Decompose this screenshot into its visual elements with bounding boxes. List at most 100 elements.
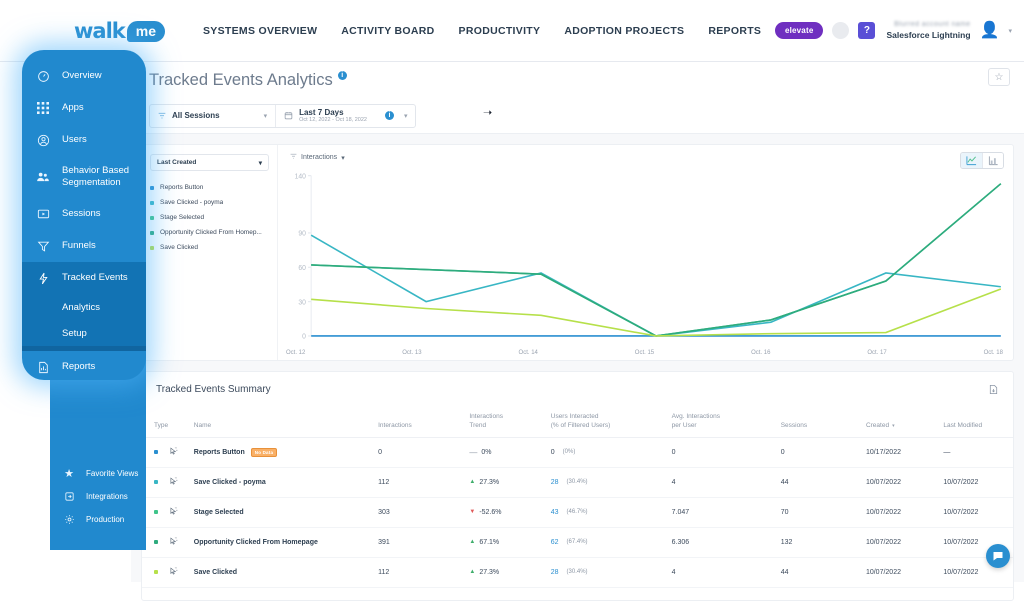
sidebar-label-behavior-based-segmentation: Behavior Based Segmentation bbox=[62, 165, 146, 189]
notifications-icon[interactable] bbox=[832, 22, 849, 39]
legend-sort-dropdown[interactable]: Last Created ▾ bbox=[150, 154, 269, 171]
export-icon[interactable] bbox=[988, 384, 999, 398]
gauge-icon bbox=[34, 67, 52, 85]
event-name: Opportunity Clicked From Homepage bbox=[194, 539, 318, 546]
legend-item[interactable]: Opportunity Clicked From Homep... bbox=[150, 225, 269, 240]
nav-productivity[interactable]: PRODUCTIVITY bbox=[459, 25, 541, 37]
legend-color-swatch bbox=[150, 186, 154, 190]
date-range-dropdown[interactable]: Last 7 Days Oct 12, 2022 - Oct 18, 2022 … bbox=[275, 105, 415, 127]
chat-support-button[interactable] bbox=[986, 544, 1010, 568]
table-body: Reports ButtonNo Data0—0%0(0%)0010/17/20… bbox=[142, 437, 1013, 587]
cell-name[interactable]: Save Clicked - poyma bbox=[194, 467, 378, 497]
sidebar-navigation: Overview Apps Users Behavior Based Segme… bbox=[22, 50, 146, 380]
sidebar-subitem-analytics[interactable]: Analytics bbox=[22, 294, 146, 320]
col-last-modified[interactable]: Last Modified bbox=[943, 408, 1013, 437]
sidebar-item-behavior-based-segmentation[interactable]: Behavior Based Segmentation bbox=[22, 156, 146, 198]
sidebar-subitem-setup[interactable]: Setup bbox=[22, 320, 146, 346]
cell-type bbox=[142, 527, 194, 557]
logo-walk-text: walk bbox=[74, 19, 125, 43]
nav-activity-board[interactable]: ACTIVITY BOARD bbox=[341, 25, 434, 37]
chevron-down-icon[interactable]: ▾ bbox=[1008, 27, 1012, 35]
grid-icon bbox=[34, 99, 52, 117]
cell-created: 10/07/2022 bbox=[866, 497, 943, 527]
users-count[interactable]: 0 bbox=[551, 449, 555, 456]
table-row[interactable]: Reports ButtonNo Data0—0%0(0%)0010/17/20… bbox=[142, 437, 1013, 467]
col-avg-interactions-per-user[interactable]: Avg. Interactionsper User bbox=[672, 408, 781, 437]
favorite-star-button[interactable]: ☆ bbox=[988, 68, 1010, 86]
col-users-interacted[interactable]: Users Interacted(% of Filtered Users) bbox=[551, 408, 672, 437]
cell-created: 10/17/2022 bbox=[866, 437, 943, 467]
click-event-icon bbox=[169, 567, 178, 578]
col-name[interactable]: Name bbox=[194, 408, 378, 437]
walkme-logo[interactable]: walk me bbox=[74, 19, 165, 43]
table-row[interactable]: Save Clicked - poyma112▲27.3%28(30.4%)44… bbox=[142, 467, 1013, 497]
help-icon[interactable]: ? bbox=[858, 22, 875, 39]
cell-created: 10/07/2022 bbox=[866, 527, 943, 557]
legend-item[interactable]: Save Clicked bbox=[150, 240, 269, 255]
chart-series-line bbox=[311, 184, 1001, 336]
col-created[interactable]: Created▾ bbox=[866, 408, 943, 437]
col-interactions[interactable]: Interactions bbox=[378, 408, 469, 437]
col-type[interactable]: Type bbox=[142, 408, 194, 437]
account-org-name: Blurred account name bbox=[886, 21, 970, 30]
sidebar-item-sessions[interactable]: Sessions bbox=[22, 198, 146, 230]
sidebar-item-favorite-views[interactable]: ★ Favorite Views bbox=[50, 462, 146, 485]
sidebar-item-integrations[interactable]: Integrations bbox=[50, 485, 146, 508]
users-percent: (0%) bbox=[563, 449, 576, 455]
sidebar-item-production[interactable]: Production bbox=[50, 508, 146, 531]
legend-item[interactable]: Stage Selected bbox=[150, 210, 269, 225]
cell-sessions: 70 bbox=[781, 497, 866, 527]
sidebar-item-tracked-events[interactable]: Tracked Events bbox=[22, 262, 146, 294]
date-range-value: Oct 12, 2022 - Oct 18, 2022 bbox=[299, 117, 367, 123]
sidebar-item-overview[interactable]: Overview bbox=[22, 60, 146, 92]
info-icon[interactable]: i bbox=[338, 71, 347, 80]
chart-svg-wrapper: 0306090140 Oct. 12Oct. 13Oct. 14Oct. 15O… bbox=[284, 169, 1005, 356]
cell-name[interactable]: Save Clicked bbox=[194, 557, 378, 587]
date-info-icon[interactable]: i bbox=[385, 111, 394, 120]
trend-value: 67.1% bbox=[479, 539, 499, 546]
nav-adoption-projects[interactable]: ADOPTION PROJECTS bbox=[564, 25, 684, 37]
sidebar-item-apps[interactable]: Apps bbox=[22, 92, 146, 124]
table-row[interactable]: Save Clicked112▲27.3%28(30.4%)44410/07/2… bbox=[142, 557, 1013, 587]
table-row[interactable]: Opportunity Clicked From Homepage391▲67.… bbox=[142, 527, 1013, 557]
chart-type-toggle bbox=[960, 152, 1004, 169]
line-chart-icon[interactable] bbox=[961, 153, 982, 168]
y-axis-tick-label: 0 bbox=[302, 334, 306, 341]
legend-item[interactable]: Save Clicked - poyma bbox=[150, 195, 269, 210]
chart-legend-panel: Last Created ▾ Reports ButtonSave Clicke… bbox=[142, 145, 278, 360]
cell-name[interactable]: Stage Selected bbox=[194, 497, 378, 527]
cell-name[interactable]: Opportunity Clicked From Homepage bbox=[194, 527, 378, 557]
users-count[interactable]: 28 bbox=[551, 479, 559, 486]
elevate-badge[interactable]: elevate bbox=[775, 22, 824, 39]
col-interactions-trend[interactable]: InteractionsTrend bbox=[469, 408, 550, 437]
sidebar-item-users[interactable]: Users bbox=[22, 124, 146, 156]
avatar[interactable]: 👤 bbox=[980, 23, 1000, 39]
chart-plot-region: Interactions ▾ 0306090140 Oct. 12Oct. 13… bbox=[278, 145, 1013, 360]
bar-chart-icon[interactable] bbox=[982, 153, 1003, 168]
table-title: Tracked Events Summary bbox=[142, 372, 1013, 395]
cell-users-interacted: 0 (0%) bbox=[551, 437, 672, 467]
trend-value: 27.3% bbox=[479, 569, 499, 576]
users-count[interactable]: 43 bbox=[551, 509, 559, 516]
sidebar-item-funnels[interactable]: Funnels bbox=[22, 230, 146, 262]
metric-selector-dropdown[interactable]: Interactions ▾ bbox=[290, 153, 1003, 162]
cell-avg-interactions-per-user: 0 bbox=[672, 437, 781, 467]
users-count[interactable]: 28 bbox=[551, 569, 559, 576]
table-row[interactable]: Stage Selected303▼-52.6%43(46.7%)7.04770… bbox=[142, 497, 1013, 527]
x-axis-tick-label: Oct. 16 bbox=[751, 350, 770, 356]
bolt-icon bbox=[34, 269, 52, 287]
sessions-filter-dropdown[interactable]: All Sessions ▾ bbox=[150, 105, 275, 127]
nav-systems-overview[interactable]: SYSTEMS OVERVIEW bbox=[203, 25, 317, 37]
trend-up-icon: ▲ bbox=[469, 569, 475, 575]
interactions-chart-card: Last Created ▾ Reports ButtonSave Clicke… bbox=[141, 144, 1014, 361]
users-count[interactable]: 62 bbox=[551, 539, 559, 546]
sidebar-item-reports[interactable]: Reports bbox=[22, 351, 146, 383]
legend-item[interactable]: Reports Button bbox=[150, 180, 269, 195]
cell-name[interactable]: Reports ButtonNo Data bbox=[194, 437, 378, 467]
nav-reports[interactable]: REPORTS bbox=[708, 25, 761, 37]
cell-type bbox=[142, 467, 194, 497]
col-sessions[interactable]: Sessions bbox=[781, 408, 866, 437]
cell-interactions-trend: ▲ 27.3% bbox=[469, 557, 550, 587]
y-axis-tick-label: 30 bbox=[298, 299, 306, 306]
page-title: Tracked Events Analytics bbox=[149, 71, 333, 90]
